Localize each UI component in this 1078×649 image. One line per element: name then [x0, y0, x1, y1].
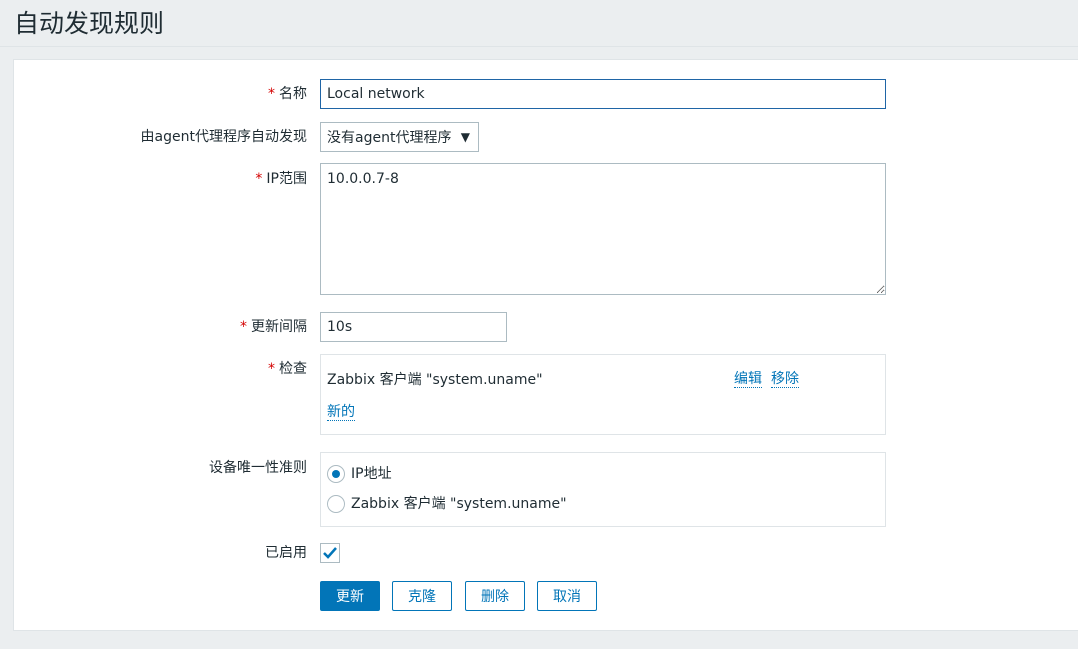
delete-button[interactable]: 删除 — [465, 581, 525, 611]
name-input[interactable] — [320, 79, 886, 109]
clone-button[interactable]: 克隆 — [392, 581, 452, 611]
required-mark: * — [255, 171, 263, 187]
update-button[interactable]: 更新 — [320, 581, 380, 611]
radio-checked[interactable] — [327, 465, 345, 483]
ip-range-textarea[interactable]: 10.0.0.7-8 — [320, 163, 886, 295]
checkmark-icon — [323, 547, 337, 559]
enabled-label: 已启用 — [265, 545, 307, 561]
radio-unchecked[interactable] — [327, 495, 345, 513]
uniqueness-option-zabbix[interactable]: Zabbix 客户端 "system.uname" — [327, 495, 567, 513]
chevron-down-icon: ▼ — [460, 130, 470, 144]
checks-box: Zabbix 客户端 "system.uname" 编辑 移除 新的 — [320, 354, 886, 435]
uniqueness-label: 设备唯一性准则 — [209, 460, 307, 476]
required-mark: * — [268, 86, 275, 102]
update-interval-input[interactable] — [320, 312, 507, 342]
page-header: 自动发现规则 — [0, 0, 1078, 47]
uniqueness-option-label: Zabbix 客户端 "system.uname" — [351, 496, 567, 512]
enabled-checkbox[interactable] — [320, 543, 340, 563]
proxy-select-value: 没有agent代理程序 — [327, 130, 452, 146]
update-interval-label: * 更新间隔 — [240, 319, 307, 335]
uniqueness-box: IP地址 Zabbix 客户端 "system.uname" — [320, 452, 886, 527]
uniqueness-option-ip[interactable]: IP地址 — [327, 465, 392, 483]
cancel-button[interactable]: 取消 — [537, 581, 597, 611]
required-mark: * — [240, 319, 247, 335]
check-item-text: Zabbix 客户端 "system.uname" — [327, 372, 543, 388]
page-title: 自动发现规则 — [14, 9, 165, 38]
check-new-link[interactable]: 新的 — [327, 404, 355, 421]
proxy-label: 由agent代理程序自动发现 — [140, 129, 307, 145]
proxy-select[interactable]: 没有agent代理程序 ▼ — [320, 122, 479, 152]
required-mark: * — [268, 361, 275, 377]
uniqueness-option-label: IP地址 — [351, 466, 392, 482]
check-edit-link[interactable]: 编辑 — [734, 371, 762, 388]
checks-label: * 检查 — [268, 361, 307, 377]
ip-range-label: * IP范围 — [255, 171, 307, 187]
check-remove-link[interactable]: 移除 — [771, 371, 799, 388]
name-label: * 名称 — [268, 86, 307, 102]
